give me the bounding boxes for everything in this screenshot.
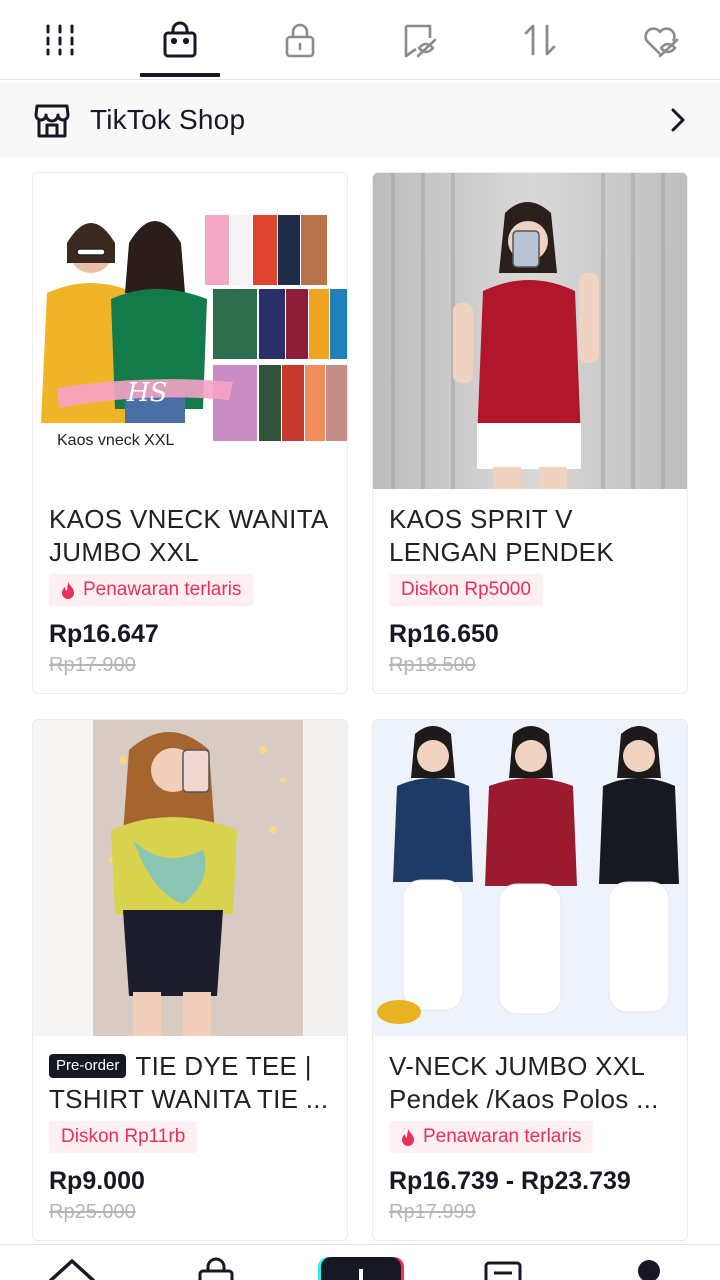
product-title: V-NECK JUMBO XXL Pendek /Kaos Polos ... — [389, 1051, 659, 1114]
product-price: Rp16.650 — [389, 620, 499, 648]
repost-icon — [524, 24, 556, 56]
product-original-price: Rp25.000 — [49, 1201, 136, 1223]
preorder-tag: Pre-order — [49, 1054, 127, 1078]
svg-text:Kaos vneck XXL: Kaos vneck XXL — [57, 432, 175, 449]
badge-label: Diskon Rp11rb — [61, 1126, 186, 1147]
shopping-bag-icon — [163, 21, 197, 58]
lock-icon — [285, 23, 315, 58]
product-original-price: Rp17.999 — [389, 1201, 476, 1223]
create-icon[interactable] — [316, 1255, 406, 1280]
product-card[interactable]: Pre-order TIE DYE TEE | TSHIRT WANITA TI… — [32, 719, 348, 1241]
status-badge: Diskon Rp5000 — [389, 574, 543, 606]
badge-label: Penawaran terlaris — [83, 579, 242, 600]
tab-saved[interactable] — [360, 0, 480, 80]
product-price: Rp9.000 — [49, 1167, 145, 1195]
grid-icon — [46, 24, 74, 56]
product-card[interactable]: HS Kaos vneck XXL KAOS VNECK WANITA JUMB… — [32, 172, 348, 694]
bottom-navigation — [0, 1244, 720, 1280]
product-title: KAOS SPRIT V LENGAN PENDEK — [389, 504, 614, 567]
status-badge: Penawaran terlaris — [49, 574, 254, 606]
product-original-price: Rp17.900 — [49, 654, 136, 676]
shop-icon[interactable] — [196, 1257, 236, 1280]
selected-tab-indicator — [140, 73, 220, 77]
product-image: HS Kaos vneck XXL — [33, 173, 347, 489]
profile-tab-bar — [0, 0, 720, 80]
tab-videos[interactable] — [0, 0, 120, 80]
product-title: KAOS VNECK WANITA JUMBO XXL — [49, 504, 328, 567]
tiktok-shop-header[interactable]: TikTok Shop — [0, 82, 720, 158]
svg-text:HS: HS — [126, 378, 168, 408]
store-icon — [34, 104, 70, 138]
product-image — [33, 720, 347, 1036]
liked-hidden-icon — [644, 27, 679, 58]
home-icon[interactable] — [46, 1257, 98, 1280]
flame-icon — [62, 581, 74, 599]
status-badge: Penawaran terlaris — [389, 1121, 594, 1153]
tab-private[interactable] — [240, 0, 360, 80]
product-original-price: Rp18.500 — [389, 654, 476, 676]
product-image — [373, 720, 687, 1036]
badge-label: Penawaran terlaris — [423, 1126, 582, 1147]
chevron-right-icon — [671, 108, 685, 132]
product-card[interactable]: V-NECK JUMBO XXL Pendek /Kaos Polos ... … — [372, 719, 688, 1241]
profile-icon[interactable] — [634, 1259, 664, 1280]
flame-icon — [402, 1128, 414, 1146]
product-price: Rp16.739 - Rp23.739 — [389, 1167, 631, 1195]
bookmark-hidden-icon — [404, 24, 437, 58]
product-image — [373, 173, 687, 489]
tab-reposts[interactable] — [480, 0, 600, 80]
tab-liked[interactable] — [600, 0, 720, 80]
inbox-icon[interactable] — [482, 1257, 526, 1280]
product-card[interactable]: KAOS SPRIT V LENGAN PENDEK Diskon Rp5000… — [372, 172, 688, 694]
tab-shop[interactable] — [120, 0, 240, 80]
product-title: Pre-order TIE DYE TEE | TSHIRT WANITA TI… — [49, 1050, 339, 1116]
badge-label: Diskon Rp5000 — [401, 579, 531, 600]
shop-title: TikTok Shop — [90, 104, 246, 135]
status-badge: Diskon Rp11rb — [49, 1121, 198, 1153]
product-price: Rp16.647 — [49, 620, 159, 648]
